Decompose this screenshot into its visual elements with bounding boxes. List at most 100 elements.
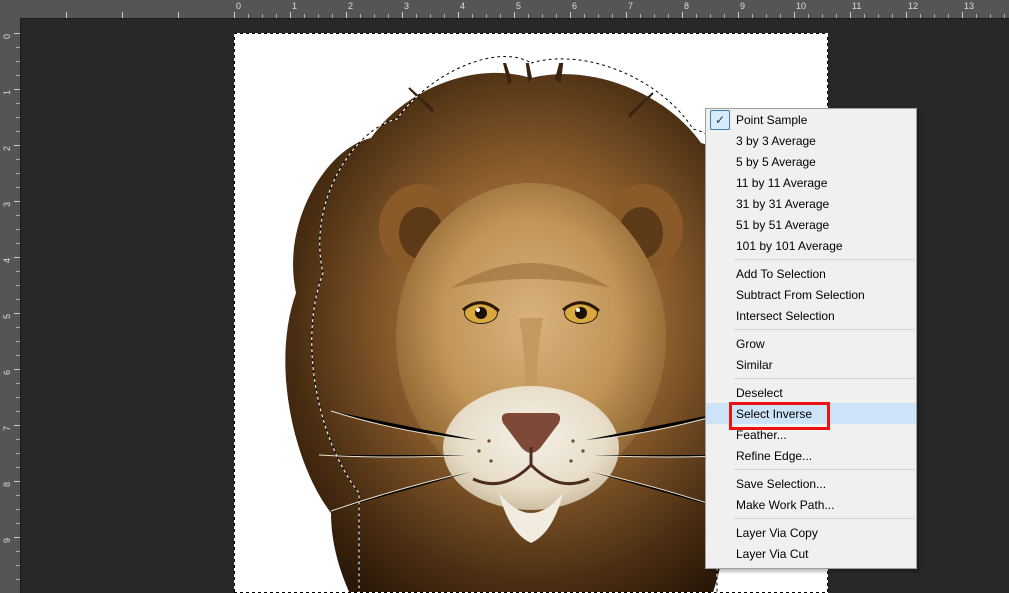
context-menu-item[interactable]: Deselect xyxy=(706,382,916,403)
ruler-v-minor xyxy=(16,243,20,244)
ruler-h-label: 4 xyxy=(460,1,465,11)
ruler-v-minor xyxy=(16,579,20,580)
context-menu-item[interactable]: Subtract From Selection xyxy=(706,284,916,305)
ruler-h-minor xyxy=(864,14,865,18)
ruler-v-minor xyxy=(16,397,20,398)
ruler-h-minor xyxy=(430,14,431,18)
ruler-v-minor xyxy=(16,229,20,230)
ruler-h-minor xyxy=(752,14,753,18)
ruler-v-minor xyxy=(16,271,20,272)
context-menu-item-label: 101 by 101 Average xyxy=(736,239,843,253)
ruler-h-minor xyxy=(416,14,417,18)
ruler-h-minor xyxy=(276,14,277,18)
ruler-h-minor xyxy=(528,14,529,18)
context-menu-item-label: Layer Via Copy xyxy=(736,526,818,540)
ruler-h-minor xyxy=(500,14,501,18)
context-menu[interactable]: ✓Point Sample3 by 3 Average5 by 5 Averag… xyxy=(705,108,917,569)
ruler-h-minor xyxy=(374,14,375,18)
ruler-v-minor xyxy=(16,341,20,342)
ruler-h-minor xyxy=(990,14,991,18)
context-menu-item[interactable]: 101 by 101 Average xyxy=(706,235,916,256)
context-menu-item-label: Point Sample xyxy=(736,113,807,127)
context-menu-item[interactable]: Add To Selection xyxy=(706,263,916,284)
ruler-h-minor xyxy=(640,14,641,18)
ruler-h-minor xyxy=(976,14,977,18)
ruler-v-minor xyxy=(16,439,20,440)
context-menu-item-label: 51 by 51 Average xyxy=(736,218,829,232)
ruler-h-minor xyxy=(598,14,599,18)
context-menu-item[interactable]: 3 by 3 Average xyxy=(706,130,916,151)
context-menu-item-label: Grow xyxy=(736,337,765,351)
ruler-h-minor xyxy=(780,14,781,18)
context-menu-item[interactable]: Layer Via Copy xyxy=(706,522,916,543)
ruler-h-minor xyxy=(486,14,487,18)
context-menu-item[interactable]: 51 by 51 Average xyxy=(706,214,916,235)
ruler-h-minor xyxy=(248,14,249,18)
ruler-vertical[interactable]: 01234567890 xyxy=(0,18,21,593)
context-menu-item-label: Subtract From Selection xyxy=(736,288,865,302)
ruler-v-minor xyxy=(16,327,20,328)
ruler-h-minor xyxy=(360,14,361,18)
context-menu-separator xyxy=(734,378,915,379)
ruler-h-label: 9 xyxy=(740,1,745,11)
context-menu-item[interactable]: Intersect Selection xyxy=(706,305,916,326)
context-menu-item[interactable]: 11 by 11 Average xyxy=(706,172,916,193)
ruler-h-minor xyxy=(584,14,585,18)
context-menu-item[interactable]: 5 by 5 Average xyxy=(706,151,916,172)
ruler-v-minor xyxy=(16,495,20,496)
context-menu-item[interactable]: Save Selection... xyxy=(706,473,916,494)
ruler-v-minor xyxy=(16,467,20,468)
ruler-v-label: 4 xyxy=(2,258,12,263)
context-menu-item[interactable]: Grow xyxy=(706,333,916,354)
ruler-v-minor xyxy=(16,215,20,216)
context-menu-item[interactable]: ✓Point Sample xyxy=(706,109,916,130)
ruler-v-minor xyxy=(16,187,20,188)
ruler-horizontal[interactable]: 01234567891011121314151617 xyxy=(20,0,1009,19)
ruler-v-minor xyxy=(16,117,20,118)
ruler-h-minor xyxy=(318,14,319,18)
context-menu-item-label: Select Inverse xyxy=(736,407,812,421)
ruler-h-minor xyxy=(668,14,669,18)
ruler-corner xyxy=(0,0,21,19)
ruler-v-minor xyxy=(16,355,20,356)
ruler-h-minor xyxy=(388,14,389,18)
context-menu-item[interactable]: Similar xyxy=(706,354,916,375)
ruler-h-minor xyxy=(542,14,543,18)
context-menu-item[interactable]: Feather... xyxy=(706,424,916,445)
ruler-v-label: 7 xyxy=(2,426,12,431)
context-menu-item[interactable]: Make Work Path... xyxy=(706,494,916,515)
ruler-h-minor xyxy=(710,14,711,18)
ruler-v-label: 3 xyxy=(2,202,12,207)
ruler-h-minor xyxy=(822,14,823,18)
ruler-h-minor xyxy=(878,14,879,18)
context-menu-item-label: Intersect Selection xyxy=(736,309,835,323)
context-menu-item[interactable]: Refine Edge... xyxy=(706,445,916,466)
ruler-v-minor xyxy=(16,453,20,454)
ruler-h-minor xyxy=(1004,14,1005,18)
ruler-v-minor xyxy=(16,61,20,62)
ruler-h-minor xyxy=(920,14,921,18)
ruler-h-minor xyxy=(444,14,445,18)
ruler-h-minor xyxy=(612,14,613,18)
ruler-h-minor xyxy=(836,14,837,18)
ruler-h-label: 2 xyxy=(348,1,353,11)
ruler-h-label: 11 xyxy=(852,1,861,11)
context-menu-item[interactable]: Select Inverse xyxy=(706,403,916,424)
ruler-h-label: 0 xyxy=(236,1,241,11)
ruler-h-label: 10 xyxy=(796,1,806,11)
context-menu-item[interactable]: Layer Via Cut xyxy=(706,543,916,564)
context-menu-item[interactable]: 31 by 31 Average xyxy=(706,193,916,214)
ruler-h-minor xyxy=(948,14,949,18)
ruler-v-minor xyxy=(16,565,20,566)
context-menu-item-label: Save Selection... xyxy=(736,477,826,491)
context-menu-item-label: Make Work Path... xyxy=(736,498,834,512)
ruler-h-label: 3 xyxy=(404,1,409,11)
ruler-v-minor xyxy=(16,411,20,412)
context-menu-separator xyxy=(734,469,915,470)
ruler-v-minor xyxy=(16,131,20,132)
ruler-h-minor xyxy=(556,14,557,18)
context-menu-item-label: 11 by 11 Average xyxy=(736,176,827,190)
ruler-h-label: 6 xyxy=(572,1,577,11)
ruler-h-minor xyxy=(892,14,893,18)
ruler-v-minor xyxy=(16,173,20,174)
